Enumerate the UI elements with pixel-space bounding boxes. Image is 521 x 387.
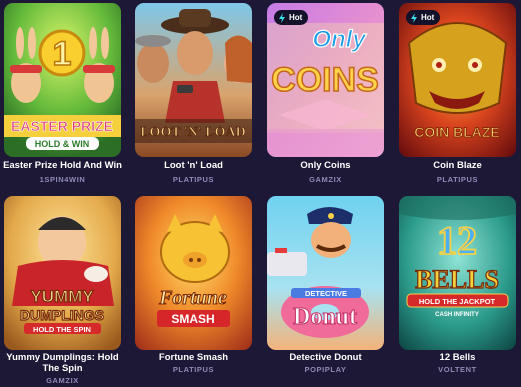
art-text: EASTER PRIZE	[11, 118, 113, 134]
art-text: 1	[53, 35, 72, 73]
art-text: 12	[437, 218, 477, 263]
game-title[interactable]: Only Coins	[261, 160, 390, 171]
easter-prize-artwork: 1 EASTER PRIZE HOLD & WIN	[4, 3, 121, 157]
art-text: HOLD & WIN	[35, 139, 90, 149]
art-text: LOOT 'N' LOAD	[140, 125, 246, 140]
only-coins-artwork: Only COINS	[267, 3, 384, 157]
game-thumbnail[interactable]: DETECTIVE Donut	[267, 196, 384, 350]
game-provider: PLATIPUS	[172, 365, 215, 374]
game-thumbnail[interactable]: 12 BELLS HOLD THE JACKPOT CASH INFINITY	[399, 196, 516, 350]
game-title[interactable]: Loot 'n' Load	[129, 160, 258, 171]
game-provider: PLATIPUS	[436, 175, 479, 184]
game-thumbnail[interactable]: Only COINS Hot	[267, 3, 384, 157]
art-text: Only	[312, 26, 367, 53]
art-text: DUMPLINGS	[20, 307, 104, 323]
game-title[interactable]: Fortune Smash	[129, 352, 258, 363]
fortune-smash-artwork: Fortune SMASH	[135, 196, 252, 350]
game-thumbnail[interactable]: Fortune SMASH	[135, 196, 252, 350]
art-text: COINS	[271, 61, 379, 99]
art-text: HOLD THE SPIN	[33, 325, 91, 334]
lightning-icon	[411, 12, 417, 23]
art-text: Donut	[293, 304, 357, 330]
game-grid: 1 EASTER PRIZE HOLD & WIN Easter Prize H…	[0, 0, 521, 387]
game-provider: POPIPLAY	[304, 365, 347, 374]
game-title[interactable]: Yummy Dumplings: Hold The Spin	[0, 352, 127, 374]
hot-badge: Hot	[274, 10, 309, 25]
detective-donut-artwork: DETECTIVE Donut	[267, 196, 384, 350]
art-text: HOLD THE JACKPOT	[419, 297, 496, 306]
art-text: SMASH	[171, 312, 214, 326]
game-title[interactable]: Coin Blaze	[393, 160, 521, 171]
game-provider: PLATIPUS	[172, 175, 215, 184]
game-provider: 1SPIN4WIN	[39, 175, 86, 184]
hot-badge: Hot	[406, 10, 441, 25]
art-text: Fortune	[158, 287, 227, 309]
game-thumbnail[interactable]: 1 EASTER PRIZE HOLD & WIN	[4, 3, 121, 157]
game-thumbnail[interactable]: YUMMY DUMPLINGS HOLD THE SPIN	[4, 196, 121, 350]
art-text: DETECTIVE	[305, 289, 347, 298]
12-bells-artwork: 12 BELLS HOLD THE JACKPOT CASH INFINITY	[399, 196, 516, 350]
art-text: COIN BLAZE	[414, 124, 500, 140]
game-provider: VOLTENT	[438, 365, 477, 374]
loot-n-load-artwork: LOOT 'N' LOAD	[135, 3, 252, 157]
game-title[interactable]: Easter Prize Hold And Win	[0, 160, 127, 171]
game-thumbnail[interactable]: COIN BLAZE Hot	[399, 3, 516, 157]
yummy-dumplings-artwork: YUMMY DUMPLINGS HOLD THE SPIN	[4, 196, 121, 350]
game-thumbnail[interactable]: LOOT 'N' LOAD	[135, 3, 252, 157]
coin-blaze-artwork: COIN BLAZE	[399, 3, 516, 157]
game-provider: GAMZIX	[46, 376, 79, 385]
lightning-icon	[279, 12, 285, 23]
hot-label: Hot	[289, 13, 303, 22]
game-title[interactable]: Detective Donut	[261, 352, 390, 363]
hot-label: Hot	[421, 13, 435, 22]
game-provider: GAMZIX	[309, 175, 342, 184]
game-title[interactable]: 12 Bells	[393, 352, 521, 363]
art-text: YUMMY	[30, 287, 94, 306]
art-text: BELLS	[415, 265, 499, 294]
art-text: CASH INFINITY	[435, 312, 479, 318]
